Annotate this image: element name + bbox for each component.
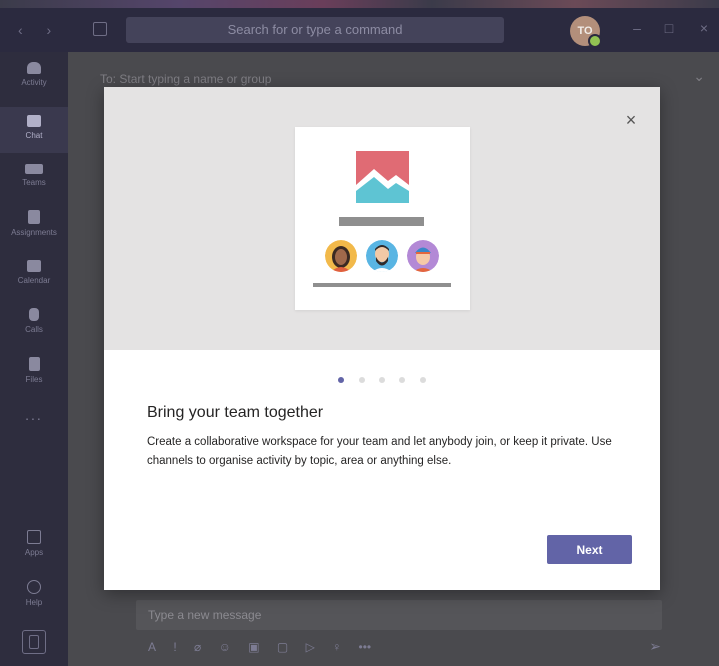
to-field[interactable]: To: Start typing a name or group: [100, 72, 271, 86]
rail-item-label: Files: [25, 375, 43, 384]
send-icon[interactable]: ➢: [649, 638, 661, 655]
important-icon[interactable]: !: [173, 640, 176, 654]
rail-item-label: Calls: [25, 325, 43, 334]
message-input[interactable]: Type a new message: [136, 600, 662, 630]
rail-item-teams[interactable]: Teams: [0, 164, 68, 204]
title-bar: ‹ › Search for or type a command TO – □ …: [0, 0, 719, 52]
assignments-icon: [28, 210, 40, 224]
avatar[interactable]: TO: [570, 16, 602, 48]
rail-item-label: Assignments: [11, 228, 57, 237]
app-rail: Activity Chat Teams Assignments Calendar…: [0, 52, 68, 666]
to-input[interactable]: Start typing a name or group: [119, 72, 271, 86]
rail-item-label: Calendar: [17, 276, 51, 285]
rail-item-label: Teams: [22, 178, 46, 187]
emoji-icon[interactable]: ☺: [219, 640, 231, 654]
bell-icon: [27, 62, 41, 74]
person-avatar-icon: [407, 240, 439, 272]
file-icon: [28, 357, 40, 371]
illustration-title-bar: [339, 217, 424, 226]
hero-panel: ×: [104, 87, 660, 350]
presence-icon: [588, 34, 602, 48]
to-label: To:: [100, 72, 117, 86]
rail-item-files[interactable]: Files: [0, 357, 68, 397]
gif-icon[interactable]: ▣: [248, 640, 259, 654]
more-options-icon[interactable]: •••: [359, 640, 372, 654]
person-avatar-icon: [366, 240, 398, 272]
rail-item-calendar[interactable]: Calendar: [0, 260, 68, 300]
illustration-avatars: [325, 240, 440, 276]
more-apps-icon[interactable]: ...: [0, 407, 68, 423]
rail-item-label: Help: [25, 598, 43, 607]
illustration-card: [295, 127, 470, 310]
minimize-icon[interactable]: –: [628, 20, 646, 36]
compose-toolbar: A ! ⌀ ☺ ▣ ▢ ▷ ♀ •••: [148, 640, 385, 654]
dialog-body: Create a collaborative workspace for you…: [147, 436, 612, 467]
rail-item-chat[interactable]: Chat: [0, 107, 68, 153]
dialog-title: Bring your team together: [147, 404, 324, 421]
rail-item-assignments[interactable]: Assignments: [0, 210, 68, 250]
maximize-icon[interactable]: □: [660, 20, 678, 36]
meet-icon[interactable]: ▷: [306, 640, 315, 654]
next-button[interactable]: Next: [547, 535, 632, 564]
sticker-icon[interactable]: ▢: [277, 640, 288, 654]
rail-item-help[interactable]: Help: [0, 580, 68, 620]
phone-icon: [29, 308, 39, 321]
page-dot[interactable]: [358, 376, 365, 383]
page-dot[interactable]: [379, 376, 385, 383]
close-button[interactable]: ×: [622, 111, 640, 129]
apps-icon: [27, 530, 41, 544]
help-icon: [27, 580, 41, 594]
rail-item-calls[interactable]: Calls: [0, 308, 68, 348]
pagination-dots: [104, 371, 660, 383]
device-icon[interactable]: [22, 630, 46, 654]
attach-icon[interactable]: ⌀: [194, 640, 201, 654]
rail-item-label: Apps: [24, 548, 44, 557]
rail-item-apps[interactable]: Apps: [0, 530, 68, 570]
rail-item-label: Chat: [25, 131, 43, 140]
image-icon: [356, 151, 409, 203]
chevron-down-icon[interactable]: ⌄: [693, 68, 705, 85]
title-strip: [0, 0, 719, 8]
search-input[interactable]: Search for or type a command: [126, 17, 504, 43]
close-window-icon[interactable]: ×: [695, 20, 713, 36]
page-dot[interactable]: [338, 376, 345, 383]
illustration-text-bar: [313, 283, 451, 287]
rail-item-activity[interactable]: Activity: [0, 62, 68, 102]
compose-icon[interactable]: [93, 22, 107, 36]
teams-icon: [25, 164, 43, 174]
onboarding-dialog: × Bring your team together Create a coll…: [104, 87, 660, 590]
page-dot[interactable]: [399, 376, 406, 383]
rail-item-label: Activity: [21, 78, 47, 87]
calendar-icon: [27, 260, 41, 272]
format-icon[interactable]: A: [148, 640, 156, 654]
chat-icon: [27, 115, 41, 127]
nav-arrows[interactable]: ‹ ›: [18, 22, 61, 38]
praise-icon[interactable]: ♀: [332, 640, 341, 654]
person-avatar-icon: [325, 240, 357, 272]
page-dot[interactable]: [419, 376, 426, 383]
